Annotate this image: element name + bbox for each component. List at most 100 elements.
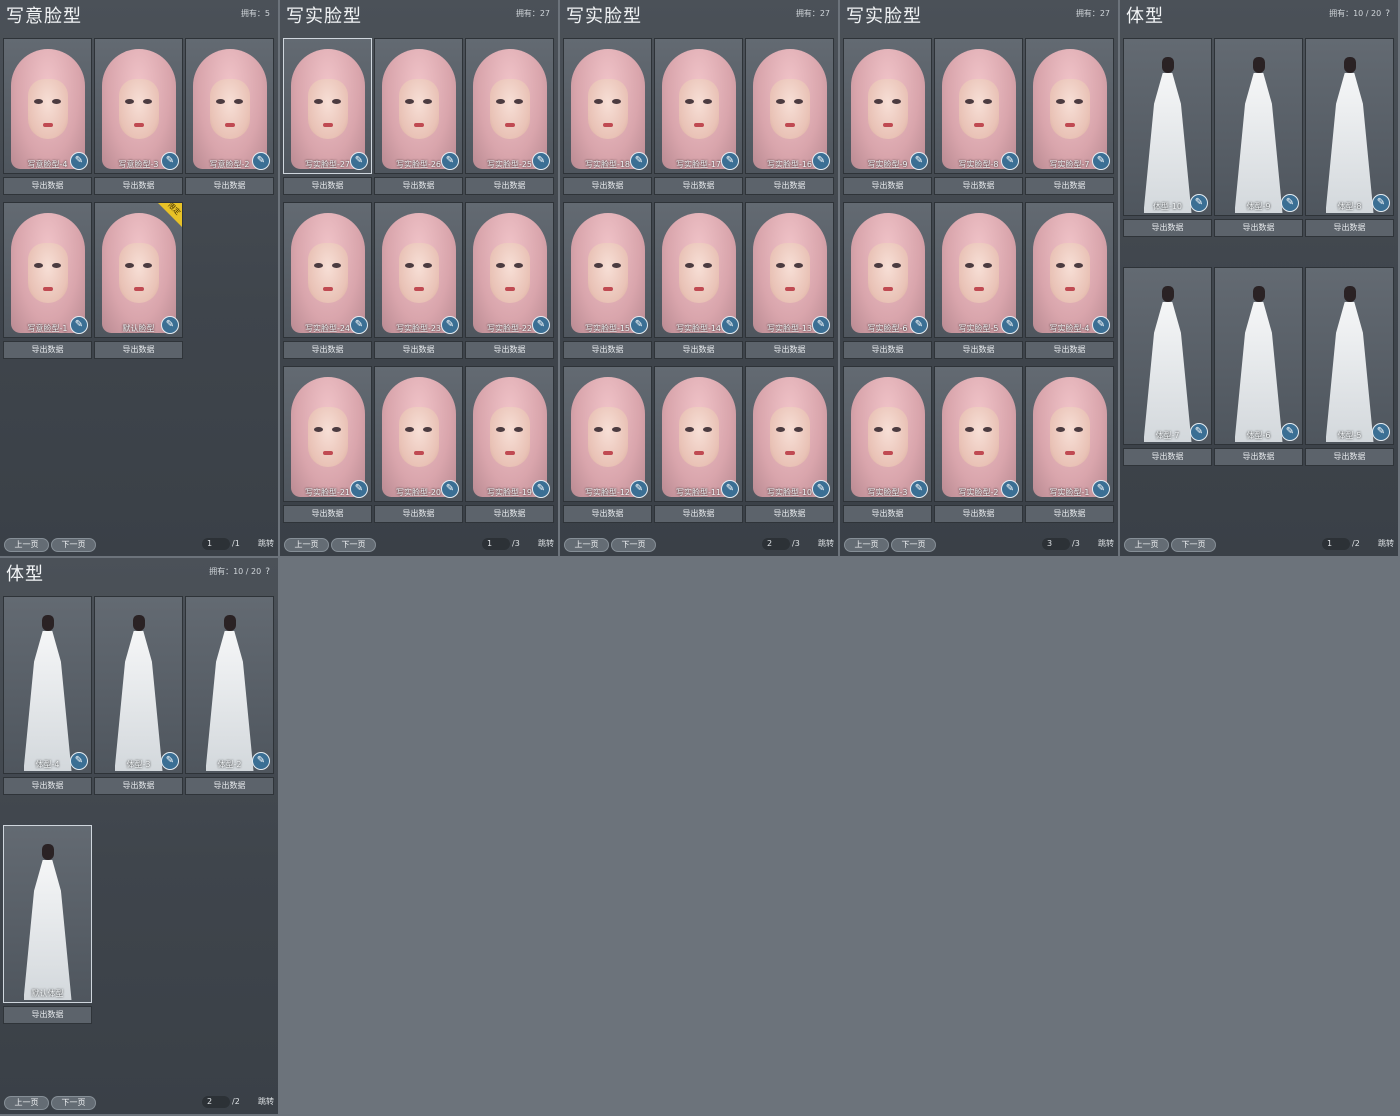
brush-edit-icon[interactable]: ✎ xyxy=(1092,316,1110,334)
face-preset-card[interactable]: 写实脸型-4 ✎ xyxy=(1025,202,1114,338)
body-preset-card[interactable]: 体型-3 ✎ xyxy=(94,596,183,774)
brush-edit-icon[interactable]: ✎ xyxy=(350,316,368,334)
prev-page-button[interactable]: 上一页 xyxy=(564,538,609,552)
export-data-button[interactable]: 导出数据 xyxy=(843,505,932,523)
brush-edit-icon[interactable]: ✎ xyxy=(441,480,459,498)
brush-edit-icon[interactable]: ✎ xyxy=(630,480,648,498)
face-preset-card[interactable]: 写实脸型-24 ✎ xyxy=(283,202,372,338)
export-data-button[interactable]: 导出数据 xyxy=(374,341,463,359)
export-data-button[interactable]: 导出数据 xyxy=(1123,448,1212,466)
face-preset-card[interactable]: 写实脸型-8 ✎ xyxy=(934,38,1023,174)
export-data-button[interactable]: 导出数据 xyxy=(465,505,554,523)
help-icon[interactable]: ? xyxy=(265,567,270,577)
export-data-button[interactable]: 导出数据 xyxy=(1305,219,1394,237)
brush-edit-icon[interactable]: ✎ xyxy=(721,480,739,498)
brush-edit-icon[interactable]: ✎ xyxy=(630,316,648,334)
body-preset-card[interactable]: 体型-10 ✎ xyxy=(1123,38,1212,216)
prev-page-button[interactable]: 上一页 xyxy=(4,1096,49,1110)
brush-edit-icon[interactable]: ✎ xyxy=(1190,423,1208,441)
next-page-button[interactable]: 下一页 xyxy=(611,538,656,552)
brush-edit-icon[interactable]: ✎ xyxy=(161,152,179,170)
page-number-input[interactable]: 3 xyxy=(1042,538,1070,550)
brush-edit-icon[interactable]: ✎ xyxy=(161,316,179,334)
face-preset-card[interactable]: 写实脸型-23 ✎ xyxy=(374,202,463,338)
next-page-button[interactable]: 下一页 xyxy=(51,1096,96,1110)
export-data-button[interactable]: 导出数据 xyxy=(1305,448,1394,466)
jump-button[interactable]: 跳转 xyxy=(538,538,554,550)
brush-edit-icon[interactable]: ✎ xyxy=(1190,194,1208,212)
export-data-button[interactable]: 导出数据 xyxy=(563,341,652,359)
face-preset-card[interactable]: 写实脸型-16 ✎ xyxy=(745,38,834,174)
face-preset-card[interactable]: 写实脸型-12 ✎ xyxy=(563,366,652,502)
export-data-button[interactable]: 导出数据 xyxy=(185,777,274,795)
jump-button[interactable]: 跳转 xyxy=(258,1096,274,1108)
brush-edit-icon[interactable]: ✎ xyxy=(441,152,459,170)
brush-edit-icon[interactable]: ✎ xyxy=(532,152,550,170)
face-preset-card[interactable]: 写实脸型-20 ✎ xyxy=(374,366,463,502)
export-data-button[interactable]: 导出数据 xyxy=(745,505,834,523)
face-preset-card[interactable]: 写实脸型-21 ✎ xyxy=(283,366,372,502)
export-data-button[interactable]: 导出数据 xyxy=(3,1006,92,1024)
face-preset-card[interactable]: 写意脸型-3 ✎ xyxy=(94,38,183,174)
face-preset-card[interactable]: 写实脸型-7 ✎ xyxy=(1025,38,1114,174)
page-number-input[interactable]: 2 xyxy=(762,538,790,550)
face-preset-card[interactable]: 写实脸型-5 ✎ xyxy=(934,202,1023,338)
export-data-button[interactable]: 导出数据 xyxy=(934,177,1023,195)
brush-edit-icon[interactable]: ✎ xyxy=(1372,423,1390,441)
face-preset-card[interactable]: 写实脸型-13 ✎ xyxy=(745,202,834,338)
export-data-button[interactable]: 导出数据 xyxy=(1214,448,1303,466)
brush-edit-icon[interactable]: ✎ xyxy=(1001,316,1019,334)
export-data-button[interactable]: 导出数据 xyxy=(283,505,372,523)
export-data-button[interactable]: 导出数据 xyxy=(185,177,274,195)
export-data-button[interactable]: 导出数据 xyxy=(1025,177,1114,195)
page-number-input[interactable]: 1 xyxy=(482,538,510,550)
jump-button[interactable]: 跳转 xyxy=(1098,538,1114,550)
brush-edit-icon[interactable]: ✎ xyxy=(812,316,830,334)
export-data-button[interactable]: 导出数据 xyxy=(3,177,92,195)
export-data-button[interactable]: 导出数据 xyxy=(563,505,652,523)
export-data-button[interactable]: 导出数据 xyxy=(3,341,92,359)
body-preset-card[interactable]: 默认体型 xyxy=(3,825,92,1003)
brush-edit-icon[interactable]: ✎ xyxy=(1281,194,1299,212)
export-data-button[interactable]: 导出数据 xyxy=(374,177,463,195)
body-preset-card[interactable]: 体型-5 ✎ xyxy=(1305,267,1394,445)
face-preset-card[interactable]: 写意脸型-4 ✎ xyxy=(3,38,92,174)
jump-button[interactable]: 跳转 xyxy=(1378,538,1394,550)
export-data-button[interactable]: 导出数据 xyxy=(94,341,183,359)
brush-edit-icon[interactable]: ✎ xyxy=(910,316,928,334)
body-preset-card[interactable]: 体型-7 ✎ xyxy=(1123,267,1212,445)
export-data-button[interactable]: 导出数据 xyxy=(374,505,463,523)
brush-edit-icon[interactable]: ✎ xyxy=(1281,423,1299,441)
export-data-button[interactable]: 导出数据 xyxy=(1123,219,1212,237)
face-preset-card[interactable]: 写实脸型-6 ✎ xyxy=(843,202,932,338)
face-preset-card[interactable]: 写实脸型-11 ✎ xyxy=(654,366,743,502)
brush-edit-icon[interactable]: ✎ xyxy=(721,152,739,170)
export-data-button[interactable]: 导出数据 xyxy=(465,341,554,359)
next-page-button[interactable]: 下一页 xyxy=(51,538,96,552)
page-number-input[interactable]: 1 xyxy=(202,538,230,550)
brush-edit-icon[interactable]: ✎ xyxy=(252,152,270,170)
prev-page-button[interactable]: 上一页 xyxy=(4,538,49,552)
export-data-button[interactable]: 导出数据 xyxy=(94,777,183,795)
brush-edit-icon[interactable]: ✎ xyxy=(721,316,739,334)
brush-edit-icon[interactable]: ✎ xyxy=(910,480,928,498)
export-data-button[interactable]: 导出数据 xyxy=(843,341,932,359)
export-data-button[interactable]: 导出数据 xyxy=(465,177,554,195)
export-data-button[interactable]: 导出数据 xyxy=(843,177,932,195)
export-data-button[interactable]: 导出数据 xyxy=(563,177,652,195)
export-data-button[interactable]: 导出数据 xyxy=(94,177,183,195)
brush-edit-icon[interactable]: ✎ xyxy=(1001,152,1019,170)
body-preset-card[interactable]: 体型-2 ✎ xyxy=(185,596,274,774)
brush-edit-icon[interactable]: ✎ xyxy=(1092,480,1110,498)
body-preset-card[interactable]: 体型-9 ✎ xyxy=(1214,38,1303,216)
face-preset-card[interactable]: 写实脸型-9 ✎ xyxy=(843,38,932,174)
page-number-input[interactable]: 1 xyxy=(1322,538,1350,550)
face-preset-card[interactable]: 写实脸型-27 ✎ xyxy=(283,38,372,174)
body-preset-card[interactable]: 体型-8 ✎ xyxy=(1305,38,1394,216)
brush-edit-icon[interactable]: ✎ xyxy=(161,752,179,770)
export-data-button[interactable]: 导出数据 xyxy=(934,505,1023,523)
brush-edit-icon[interactable]: ✎ xyxy=(70,752,88,770)
brush-edit-icon[interactable]: ✎ xyxy=(1372,194,1390,212)
brush-edit-icon[interactable]: ✎ xyxy=(910,152,928,170)
next-page-button[interactable]: 下一页 xyxy=(331,538,376,552)
